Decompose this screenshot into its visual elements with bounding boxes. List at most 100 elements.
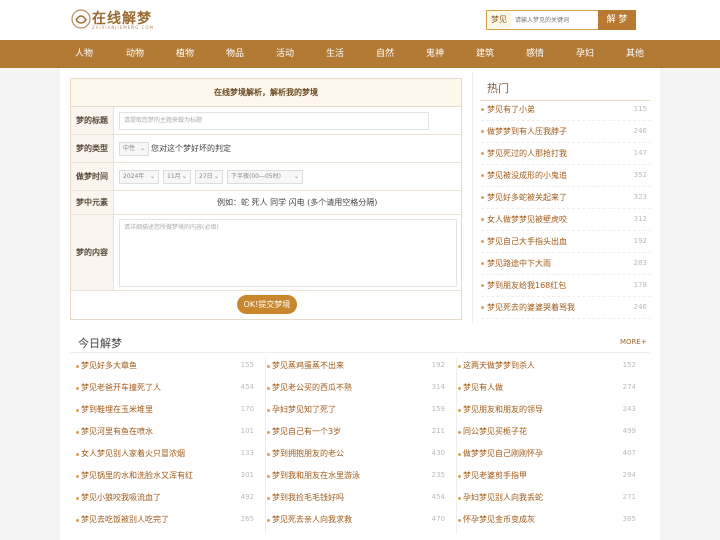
hot-item-label[interactable]: 梦见死去的婆婆哭着骂我 bbox=[487, 302, 575, 313]
type-hint: 您对这个梦好坏的判定 bbox=[151, 144, 231, 153]
today-item-label[interactable]: 梦见老爸开车撞死了人 bbox=[81, 382, 161, 393]
hot-item-label[interactable]: 梦见路途中下大雨 bbox=[487, 258, 551, 269]
dream-content-textarea[interactable]: 请详细描述您所做梦境的内容(必填) bbox=[119, 219, 457, 287]
day-select[interactable]: 27日 ⌄ bbox=[195, 170, 223, 184]
today-list-item[interactable]: 怀孕梦见金币变成灰 365 bbox=[458, 510, 638, 532]
today-list-item[interactable]: 梦见好多大章鱼 155 bbox=[76, 356, 256, 378]
today-item-count: 454 bbox=[240, 383, 254, 391]
nav-item-pregnancy[interactable]: 孕妇 bbox=[576, 40, 594, 68]
hot-item-label[interactable]: 梦见被没成形的小鬼追 bbox=[487, 170, 567, 181]
today-item-label[interactable]: 孕妇梦见别人向我丢蛇 bbox=[463, 492, 543, 503]
today-list-item[interactable]: 梦见河里有鱼在喷水 101 bbox=[76, 422, 256, 444]
hot-item-count: 283 bbox=[633, 259, 647, 267]
today-item-label[interactable]: 梦见死去亲人向我求救 bbox=[272, 514, 352, 525]
bullet-icon bbox=[458, 453, 461, 456]
period-select[interactable]: 下半夜(00—05时) ⌄ bbox=[227, 170, 303, 184]
today-list-item[interactable]: 梦见老爸开车撞死了人 454 bbox=[76, 378, 256, 400]
today-list-item[interactable]: 梦见自己有一个3岁 211 bbox=[267, 422, 447, 444]
nav-item-people[interactable]: 人物 bbox=[75, 40, 93, 68]
today-list-item[interactable]: 同公梦见买栀子花 499 bbox=[458, 422, 638, 444]
today-list-item[interactable]: 梦见死去亲人向我求救 470 bbox=[267, 510, 447, 532]
hot-item-label[interactable]: 女人做梦梦见被壁虎咬 bbox=[487, 214, 567, 225]
today-item-label[interactable]: 这两天做梦梦到杀人 bbox=[463, 360, 535, 371]
bullet-icon bbox=[76, 519, 79, 522]
today-item-label[interactable]: 怀孕梦见金币变成灰 bbox=[463, 514, 535, 525]
nav-item-ghosts[interactable]: 鬼神 bbox=[426, 40, 444, 68]
today-list-item[interactable]: 梦到我和朋友在水里游泳 235 bbox=[267, 466, 447, 488]
search-input[interactable] bbox=[511, 10, 599, 30]
dream-type-select[interactable]: 中性 ⌄ bbox=[119, 142, 149, 156]
hot-item-label[interactable]: 梦见自己大手指头出血 bbox=[487, 236, 567, 247]
hot-list-item[interactable]: 梦见自己大手指头出血 192 bbox=[481, 231, 651, 253]
hot-item-label[interactable]: 做梦梦到有人压我脖子 bbox=[487, 126, 567, 137]
hot-list-item[interactable]: 女人做梦梦见被壁虎咬 312 bbox=[481, 209, 651, 231]
today-item-label[interactable]: 梦见朋友和朋友的领导 bbox=[463, 404, 543, 415]
today-list-item[interactable]: 梦到我捡毛毛钱好吗 454 bbox=[267, 488, 447, 510]
today-item-label[interactable]: 女人梦见别人家着火只冒浓烟 bbox=[81, 448, 185, 459]
today-item-label[interactable]: 梦到鞋埋在玉米堆里 bbox=[81, 404, 153, 415]
today-item-label[interactable]: 梦见自己有一个3岁 bbox=[272, 426, 341, 437]
nav-item-nature[interactable]: 自然 bbox=[376, 40, 394, 68]
hot-list-item[interactable]: 梦见死去的婆婆哭着骂我 246 bbox=[481, 297, 651, 319]
today-list-item[interactable]: 梦见小狼咬我吸流血了 492 bbox=[76, 488, 256, 510]
bullet-icon bbox=[267, 387, 270, 390]
hot-item-label[interactable]: 梦到朋友给我168红包 bbox=[487, 280, 566, 291]
nav-item-emotions[interactable]: 感情 bbox=[526, 40, 544, 68]
today-list-item[interactable]: 梦见老婆剪手指甲 294 bbox=[458, 466, 638, 488]
today-list-item[interactable]: 梦见蒸鸡蛋蒸不出来 192 bbox=[267, 356, 447, 378]
today-list-item[interactable]: 梦见有人做 274 bbox=[458, 378, 638, 400]
today-item-label[interactable]: 梦见河里有鱼在喷水 bbox=[81, 426, 153, 437]
nav-item-animals[interactable]: 动物 bbox=[126, 40, 144, 68]
today-list-item[interactable]: 女人梦见别人家着火只冒浓烟 133 bbox=[76, 444, 256, 466]
today-item-label[interactable]: 梦见锅里的水和洗脸水又浑有红 bbox=[81, 470, 193, 481]
today-list-item[interactable]: 这两天做梦梦到杀人 152 bbox=[458, 356, 638, 378]
today-item-label[interactable]: 梦见有人做 bbox=[463, 382, 503, 393]
hot-list-item[interactable]: 梦见有了小弟 115 bbox=[481, 99, 651, 121]
today-item-label[interactable]: 梦见去吃饭被别人吃完了 bbox=[81, 514, 169, 525]
dream-title-input[interactable]: 请提取您梦的主题来做为标题 bbox=[119, 112, 429, 130]
hot-list-item[interactable]: 做梦梦到有人压我脖子 246 bbox=[481, 121, 651, 143]
hot-item-label[interactable]: 梦见有了小弟 bbox=[487, 104, 535, 115]
more-link[interactable]: MORE+ bbox=[620, 338, 647, 346]
today-list-item[interactable]: 梦见去吃饭被别人吃完了 265 bbox=[76, 510, 256, 532]
hot-list-item[interactable]: 梦见路途中下大雨 283 bbox=[481, 253, 651, 275]
today-item-label[interactable]: 梦到我和朋友在水里游泳 bbox=[272, 470, 360, 481]
today-list-item[interactable]: 梦见朋友和朋友的领导 243 bbox=[458, 400, 638, 422]
month-select[interactable]: 11月 ⌄ bbox=[163, 170, 191, 184]
today-list-item[interactable]: 做梦梦见自己刚刚怀孕 407 bbox=[458, 444, 638, 466]
today-item-label[interactable]: 梦见小狼咬我吸流血了 bbox=[81, 492, 161, 503]
today-item-label[interactable]: 做梦梦见自己刚刚怀孕 bbox=[463, 448, 543, 459]
today-item-label[interactable]: 同公梦见买栀子花 bbox=[463, 426, 527, 437]
today-item-label[interactable]: 梦见蒸鸡蛋蒸不出来 bbox=[272, 360, 344, 371]
nav-item-life[interactable]: 生活 bbox=[326, 40, 344, 68]
today-list-item[interactable]: 梦见老公买的西瓜不熟 314 bbox=[267, 378, 447, 400]
today-item-label[interactable]: 梦到我捡毛毛钱好吗 bbox=[272, 492, 344, 503]
today-list-item[interactable]: 梦到拥抱朋友的老公 430 bbox=[267, 444, 447, 466]
nav-item-objects[interactable]: 物品 bbox=[226, 40, 244, 68]
today-item-label[interactable]: 梦到拥抱朋友的老公 bbox=[272, 448, 344, 459]
today-item-label[interactable]: 梦见老公买的西瓜不熟 bbox=[272, 382, 352, 393]
search-category-select[interactable]: 梦见 bbox=[486, 10, 512, 30]
today-item-label[interactable]: 梦见好多大章鱼 bbox=[81, 360, 137, 371]
today-list-item[interactable]: 孕妇梦见别人向我丢蛇 271 bbox=[458, 488, 638, 510]
elements-input[interactable]: 例如：蛇 死人 同学 闪电 (多个请用空格分隔) bbox=[217, 197, 377, 208]
hot-item-label[interactable]: 梦见好多蛇被关起来了 bbox=[487, 192, 567, 203]
hot-item-label[interactable]: 梦见死过的人那抢打我 bbox=[487, 148, 567, 159]
nav-item-other[interactable]: 其他 bbox=[626, 40, 644, 68]
hot-list-item[interactable]: 梦见好多蛇被关起来了 323 bbox=[481, 187, 651, 209]
site-logo[interactable]: 在线解梦 ZAIXIANJIEMENG.COM bbox=[70, 8, 180, 34]
today-list-item[interactable]: 梦见锅里的水和洗脸水又浑有红 301 bbox=[76, 466, 256, 488]
nav-item-buildings[interactable]: 建筑 bbox=[476, 40, 494, 68]
nav-item-plants[interactable]: 植物 bbox=[176, 40, 194, 68]
search-button[interactable]: 解 梦 bbox=[598, 10, 636, 30]
today-item-label[interactable]: 孕妇梦见知了死了 bbox=[272, 404, 336, 415]
today-item-label[interactable]: 梦见老婆剪手指甲 bbox=[463, 470, 527, 481]
today-list-item[interactable]: 孕妇梦见知了死了 159 bbox=[267, 400, 447, 422]
year-select[interactable]: 2024年 ⌄ bbox=[119, 170, 159, 184]
hot-list-item[interactable]: 梦见死过的人那抢打我 147 bbox=[481, 143, 651, 165]
today-list-item[interactable]: 梦到鞋埋在玉米堆里 170 bbox=[76, 400, 256, 422]
nav-item-activities[interactable]: 活动 bbox=[276, 40, 294, 68]
hot-list-item[interactable]: 梦见被没成形的小鬼追 352 bbox=[481, 165, 651, 187]
submit-dream-button[interactable]: OK!提交梦境 bbox=[237, 295, 297, 314]
hot-list-item[interactable]: 梦到朋友给我168红包 178 bbox=[481, 275, 651, 297]
